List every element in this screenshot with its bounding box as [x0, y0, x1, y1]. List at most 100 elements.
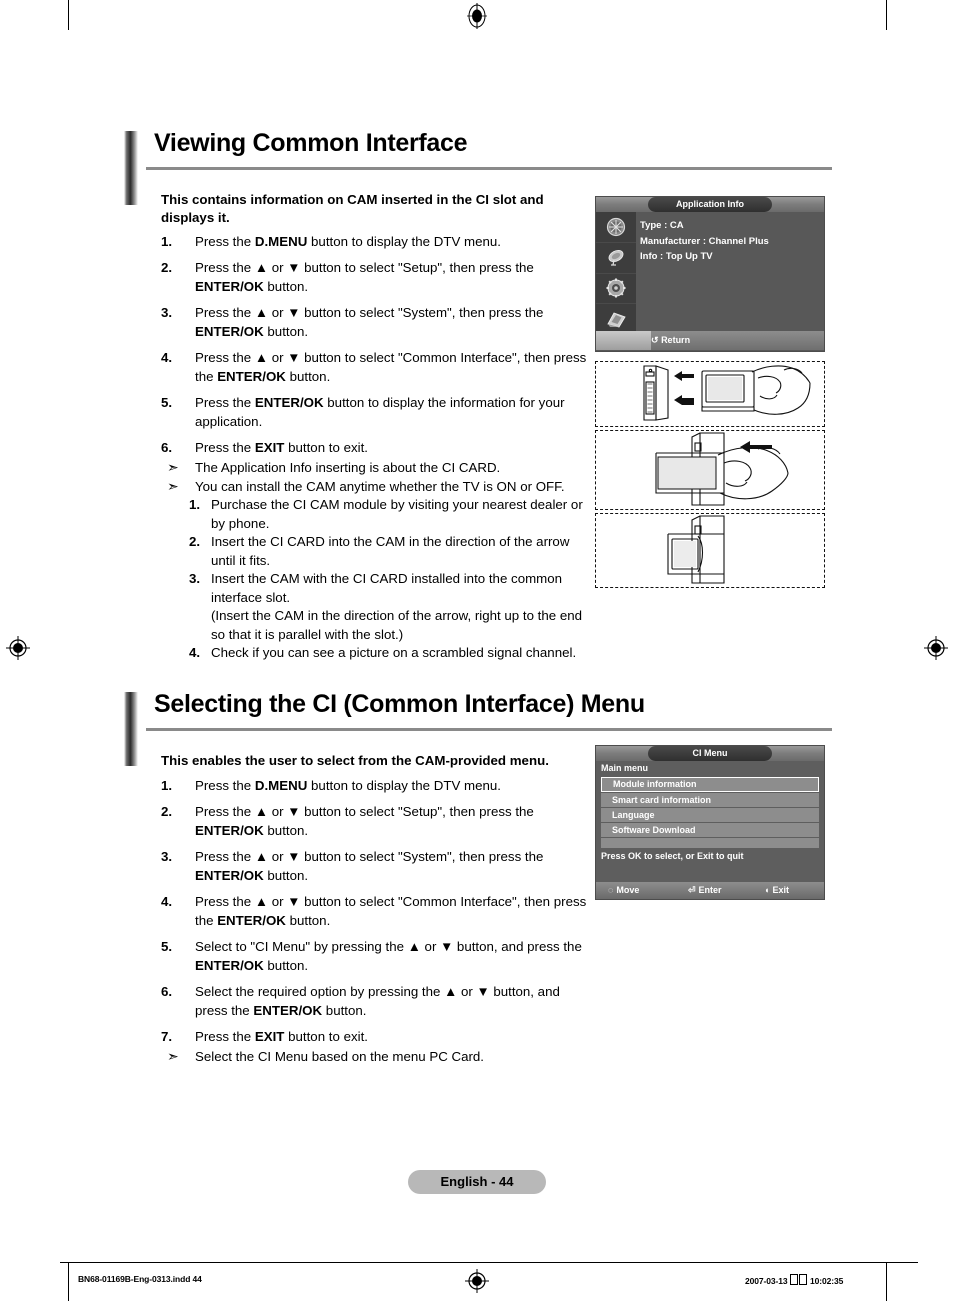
antenna-icon [596, 212, 636, 243]
step-item: 5. Press the ENTER/OK button to display … [161, 393, 593, 432]
ci-menu-item-language[interactable]: Language [601, 808, 819, 822]
step-item: 2. Press the ▲ or ▼ button to select "Se… [161, 802, 593, 841]
gear-setup-icon [596, 274, 636, 305]
step-text: Press the EXIT button to exit. [195, 439, 368, 455]
step-item: 5. Select to "CI Menu" by pressing the ▲… [161, 937, 593, 976]
step-item: 3. Press the ▲ or ▼ button to select "Sy… [161, 847, 593, 886]
ci-footer-exit[interactable]: ◖ Exit [764, 882, 789, 899]
footer-time: 10:02:35 [810, 1276, 844, 1286]
step-number: 2. [161, 803, 173, 819]
step-text: Press the ▲ or ▼ button to select "Commo… [195, 893, 587, 929]
note-text: The Application Info inserting is about … [195, 460, 501, 475]
return-arrow-icon: ↺ [651, 335, 659, 345]
step-text: Select to "CI Menu" by pressing the ▲ or… [195, 938, 582, 974]
osd-info-lines: Type : CA Manufacturer : Channel Plus In… [640, 218, 820, 265]
arrow-left-icon [674, 371, 694, 405]
sublist-item: 4. Check if you can see a picture on a s… [161, 644, 593, 663]
step-text: Press the ENTER/OK button to display the… [195, 394, 565, 430]
ci-menu-item-software-download[interactable]: Software Download [601, 823, 819, 837]
sublist-text: Insert the CI CARD into the CAM in the d… [211, 534, 570, 568]
registration-mark-top [464, 3, 490, 29]
sublist-number: 3. [189, 571, 201, 586]
ci-menu-item-smart-card-information[interactable]: Smart card information [601, 793, 819, 807]
ci-footer-move-label: Move [616, 885, 640, 895]
section1-steps: 1. Press the D.MENU button to display th… [161, 232, 593, 663]
missing-glyph-box [798, 1274, 807, 1285]
sublist-item: 3. Insert the CAM with the CI CARD insta… [161, 570, 593, 607]
osd-ci-menu: CI Menu Main menu Module information Sma… [595, 745, 825, 900]
step-item: 4. Press the ▲ or ▼ button to select "Co… [161, 892, 593, 931]
heading-rule [146, 167, 832, 170]
footer-timestamp: 2007-03-13 10:02:35 [745, 1274, 843, 1286]
step-item: 3. Press the ▲ or ▼ button to select "Sy… [161, 303, 593, 342]
heading-rule [146, 728, 832, 731]
note-bullet-icon: ➣ [167, 477, 179, 494]
sublist-number: 1. [189, 497, 201, 512]
crop-mark-bottom-left [68, 1262, 69, 1301]
ci-footer-enter-label: Enter [698, 885, 722, 895]
step-number: 5. [161, 394, 173, 410]
ci-main-menu-label: Main menu [596, 761, 824, 776]
section2-steps: 1. Press the D.MENU button to display th… [161, 776, 593, 1067]
section1-intro: This contains information on CAM inserte… [161, 192, 544, 225]
crop-mark-top-left [68, 0, 69, 30]
step-item: 2. Press the ▲ or ▼ button to select "Se… [161, 258, 593, 297]
step-item: 1. Press the D.MENU button to display th… [161, 776, 593, 796]
section2-intro: This enables the user to select from the… [161, 753, 549, 768]
ci-footer-exit-label: Exit [772, 885, 789, 895]
osd-title-bar: CI Menu [596, 746, 824, 761]
step-number: 4. [161, 893, 173, 909]
step-item: 6. Select the required option by pressin… [161, 982, 593, 1021]
exit-icon: ◖ [764, 885, 770, 895]
step-number: 1. [161, 234, 173, 249]
footer-rule [60, 1262, 918, 1263]
step-number: 7. [161, 1028, 173, 1044]
footer-source-file: BN68-01169B-Eng-0313.indd 44 [78, 1274, 202, 1284]
step-number: 4. [161, 349, 173, 365]
step-number: 5. [161, 938, 173, 954]
osd-title: Application Info [648, 197, 772, 212]
osd-info-line: Info : Top Up TV [640, 251, 713, 262]
ci-menu-hint: Press OK to select, or Exit to quit [596, 848, 824, 878]
illustration-insert-cam-into-slot [595, 430, 825, 510]
sublist-text: Check if you can see a picture on a scra… [211, 645, 577, 660]
sublist-text: Purchase the CI CAM module by visiting y… [211, 497, 583, 531]
satellite-dish-icon [596, 243, 636, 274]
step-number: 6. [161, 983, 173, 999]
osd-info-line: Manufacturer : Channel Plus [640, 235, 769, 247]
step-item: 4. Press the ▲ or ▼ button to select "Co… [161, 348, 593, 387]
ci-menu-footer-bar: ◌ Move ⏎ Enter ◖ Exit [596, 882, 824, 899]
step-item: 1. Press the D.MENU button to display th… [161, 232, 593, 252]
page-title-section1: Viewing Common Interface [154, 129, 468, 157]
registration-mark-bottom [464, 1268, 490, 1294]
enter-icon: ⏎ [688, 885, 696, 895]
sublist-number: 2. [189, 534, 201, 549]
step-text: Press the ▲ or ▼ button to select "Syste… [195, 848, 544, 884]
osd-application-info: Application Info Type: CA Manufacturer … [595, 196, 825, 352]
step-text: Press the D.MENU button to display the D… [195, 234, 501, 249]
ci-footer-move[interactable]: ◌ Move [608, 882, 639, 899]
ci-footer-enter[interactable]: ⏎ Enter [688, 882, 722, 899]
footer-date: 2007-03-13 [745, 1276, 788, 1286]
registration-mark-right [923, 635, 949, 661]
sublist-text: Insert the CAM with the CI CARD installe… [211, 571, 563, 605]
illustration-cam-fully-inserted [595, 513, 825, 588]
illustration-insert-ci-card-into-cam [595, 361, 825, 427]
note-bullet-icon: ➣ [167, 1048, 179, 1064]
move-dpad-icon: ◌ [608, 885, 614, 895]
crop-mark-top-right [886, 0, 887, 30]
osd-body: Type : CA Manufacturer : Channel Plus In… [596, 212, 824, 335]
osd-return-button[interactable]: ↺ Return [651, 331, 690, 350]
heading-accent-bar [124, 131, 138, 205]
step-text: Press the ▲ or ▼ button to select "Setup… [195, 803, 534, 839]
crop-mark-bottom-right [886, 1262, 887, 1301]
step-number: 3. [161, 848, 173, 864]
heading-accent-bar [124, 692, 138, 766]
osd-footer-left-block [596, 331, 651, 350]
step-text: Press the ▲ or ▼ button to select "Setup… [195, 259, 534, 295]
ci-menu-item-module-information[interactable]: Module information [601, 777, 819, 792]
osd-footer-bar: ↺ Return [596, 331, 824, 350]
step-text: Press the ▲ or ▼ button to select "Commo… [195, 349, 587, 385]
missing-glyph-box [789, 1274, 798, 1285]
sublist-continuation: (Insert the CAM in the direction of the … [211, 608, 583, 642]
